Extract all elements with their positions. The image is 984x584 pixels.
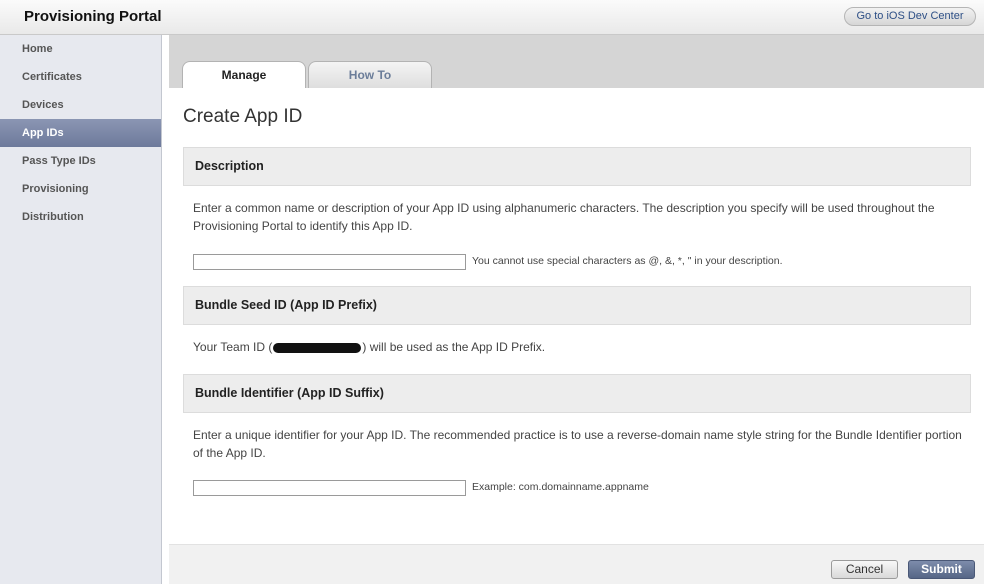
page-title: Create App ID <box>183 106 303 127</box>
description-hint: You cannot use special characters as @, … <box>472 255 783 267</box>
go-to-dev-center-button[interactable]: Go to iOS Dev Center <box>844 7 976 26</box>
form-footer: Cancel Submit <box>169 544 984 584</box>
submit-button[interactable]: Submit <box>908 560 975 579</box>
description-input[interactable] <box>193 254 466 270</box>
team-id-text-before: Your Team ID ( <box>193 340 273 354</box>
sidebar: Home Certificates Devices App IDs Pass T… <box>0 35 162 584</box>
sidebar-item-home[interactable]: Home <box>0 35 161 63</box>
description-instructions: Enter a common name or description of yo… <box>193 201 935 233</box>
bundle-identifier-hint: Example: com.domainname.appname <box>472 481 649 493</box>
sidebar-item-distribution[interactable]: Distribution <box>0 203 161 231</box>
portal-title: Provisioning Portal <box>24 8 162 25</box>
tab-strip: Manage How To <box>169 35 984 89</box>
sidebar-item-provisioning[interactable]: Provisioning <box>0 175 161 203</box>
sidebar-item-devices[interactable]: Devices <box>0 91 161 119</box>
bundle-identifier-input[interactable] <box>193 480 466 496</box>
bundle-identifier-section-heading: Bundle Identifier (App ID Suffix) <box>183 374 971 413</box>
bundle-seed-section-heading: Bundle Seed ID (App ID Prefix) <box>183 286 971 325</box>
main-content: Create App ID Description Enter a common… <box>169 88 982 544</box>
team-id-text-after: ) will be used as the App ID Prefix. <box>362 340 546 354</box>
tab-how-to[interactable]: How To <box>308 61 432 88</box>
bundle-identifier-instructions: Enter a unique identifier for your App I… <box>193 428 962 460</box>
tab-manage[interactable]: Manage <box>182 61 306 89</box>
team-id-text: Your Team ID ( ) will be used as the App … <box>193 338 963 356</box>
top-header: Provisioning Portal Go to iOS Dev Center <box>0 0 984 35</box>
sidebar-item-certificates[interactable]: Certificates <box>0 63 161 91</box>
redacted-team-id <box>273 342 362 353</box>
sidebar-item-pass-type-ids[interactable]: Pass Type IDs <box>0 147 161 175</box>
sidebar-item-app-ids[interactable]: App IDs <box>0 119 161 147</box>
description-section-heading: Description <box>183 147 971 186</box>
cancel-button[interactable]: Cancel <box>831 560 898 579</box>
